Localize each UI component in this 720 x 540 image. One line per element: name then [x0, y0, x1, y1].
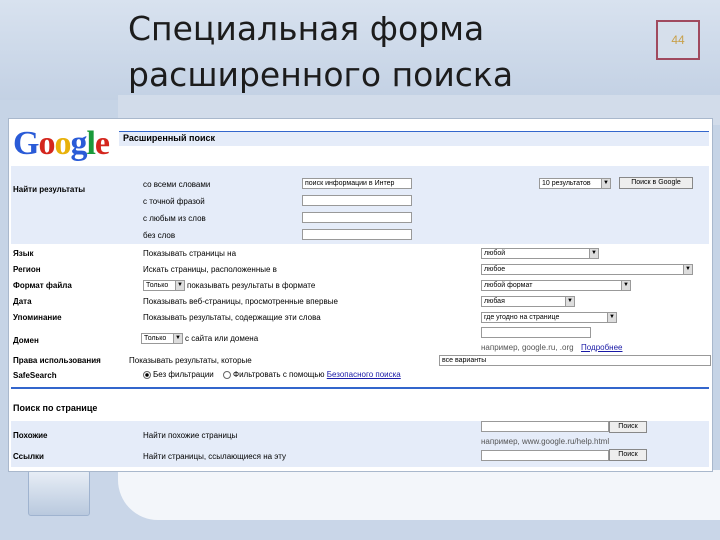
- chevron-down-icon: ▼: [589, 249, 598, 258]
- page-search-heading: Поиск по странице: [13, 403, 98, 413]
- any-words-label: с любым из слов: [143, 214, 206, 223]
- chevron-down-icon: ▼: [601, 179, 610, 188]
- domain-label: Домен: [13, 336, 39, 345]
- region-select[interactable]: любое ▼: [481, 264, 693, 275]
- similar-search-button[interactable]: Поиск: [609, 421, 647, 433]
- google-search-button[interactable]: Поиск в Google: [619, 177, 693, 189]
- occurrence-select[interactable]: где угодно на странице ▼: [481, 312, 617, 323]
- slide-title-line-1: Специальная форма: [128, 9, 485, 48]
- usage-rights-label: Права использования: [13, 356, 101, 365]
- similar-hint: например, www.google.ru/help.html: [481, 437, 610, 446]
- without-words-input[interactable]: [302, 229, 412, 240]
- links-url-input[interactable]: [481, 450, 609, 461]
- slide-curve-decoration: [118, 470, 720, 520]
- exact-phrase-input[interactable]: [302, 195, 412, 206]
- similar-url-input[interactable]: [481, 421, 609, 432]
- usage-rights-select[interactable]: все варианты: [439, 355, 711, 366]
- language-select[interactable]: любой ▼: [481, 248, 599, 259]
- slide-title-line-2: расширенного поиска: [128, 55, 514, 94]
- usage-rights-desc: Показывать результаты, которые: [129, 356, 252, 365]
- language-desc: Показывать страницы на: [143, 249, 237, 258]
- domain-hint: например, google.ru, .org: [481, 343, 574, 352]
- occurrence-desc: Показывать результаты, содержащие эти сл…: [143, 313, 321, 322]
- google-advanced-search-screenshot: Google Расширенный поиск Найти результат…: [8, 118, 713, 472]
- domain-desc: с сайта или домена: [185, 334, 259, 343]
- google-logo: Google: [13, 125, 110, 162]
- occurrence-label: Упоминание: [13, 313, 62, 322]
- links-search-button[interactable]: Поиск: [609, 449, 647, 461]
- chevron-down-icon: ▼: [607, 313, 616, 322]
- results-count-select[interactable]: 10 результатов ▼: [539, 178, 611, 189]
- slide-title: Специальная форма расширенного поиска: [128, 6, 578, 98]
- more-info-link[interactable]: Подробнее: [581, 343, 623, 352]
- links-label: Ссылки: [13, 452, 44, 461]
- all-words-input[interactable]: поиск информации в Интер: [302, 178, 412, 189]
- all-words-label: со всеми словами: [143, 180, 211, 189]
- chevron-down-icon: ▼: [683, 265, 692, 274]
- exact-phrase-label: с точной фразой: [143, 197, 205, 206]
- radio-selected-icon: [143, 370, 151, 379]
- advanced-search-header: Расширенный поиск: [119, 131, 709, 146]
- chevron-down-icon: ▼: [173, 334, 182, 343]
- language-label: Язык: [13, 249, 34, 258]
- links-desc: Найти страницы, ссылающиеся на эту: [143, 452, 286, 461]
- file-format-select[interactable]: любой формат ▼: [481, 280, 631, 291]
- chevron-down-icon: ▼: [175, 281, 184, 290]
- slide-number: 44: [656, 20, 700, 60]
- slide-square-decoration: [28, 470, 90, 516]
- similar-desc: Найти похожие страницы: [143, 431, 238, 440]
- chevron-down-icon: ▼: [621, 281, 630, 290]
- date-desc: Показывать веб-страницы, просмотренные в…: [143, 297, 338, 306]
- safesearch-option-off[interactable]: Без фильтрации: [143, 370, 214, 379]
- similar-label: Похожие: [13, 431, 48, 440]
- file-format-desc: показывать результаты в формате: [187, 281, 316, 290]
- safesearch-label: SafeSearch: [13, 371, 57, 380]
- safesearch-option-on[interactable]: Фильтровать с помощью Безопасного поиска: [223, 370, 401, 379]
- any-words-input[interactable]: [302, 212, 412, 223]
- find-results-label: Найти результаты: [13, 185, 86, 194]
- radio-icon: [223, 370, 231, 379]
- safesearch-link[interactable]: Безопасного поиска: [327, 370, 401, 379]
- without-words-label: без слов: [143, 231, 176, 240]
- region-desc: Искать страницы, расположенные в: [143, 265, 277, 274]
- date-label: Дата: [13, 297, 32, 306]
- chevron-down-icon: ▼: [565, 297, 574, 306]
- date-select[interactable]: любая ▼: [481, 296, 575, 307]
- section-divider: [11, 387, 709, 389]
- domain-mode-select[interactable]: Только ▼: [141, 333, 183, 344]
- advanced-search-heading: Расширенный поиск: [123, 133, 215, 143]
- file-format-label: Формат файла: [13, 281, 72, 290]
- region-label: Регион: [13, 265, 41, 274]
- file-format-mode-select[interactable]: Только ▼: [143, 280, 185, 291]
- domain-input[interactable]: [481, 327, 591, 338]
